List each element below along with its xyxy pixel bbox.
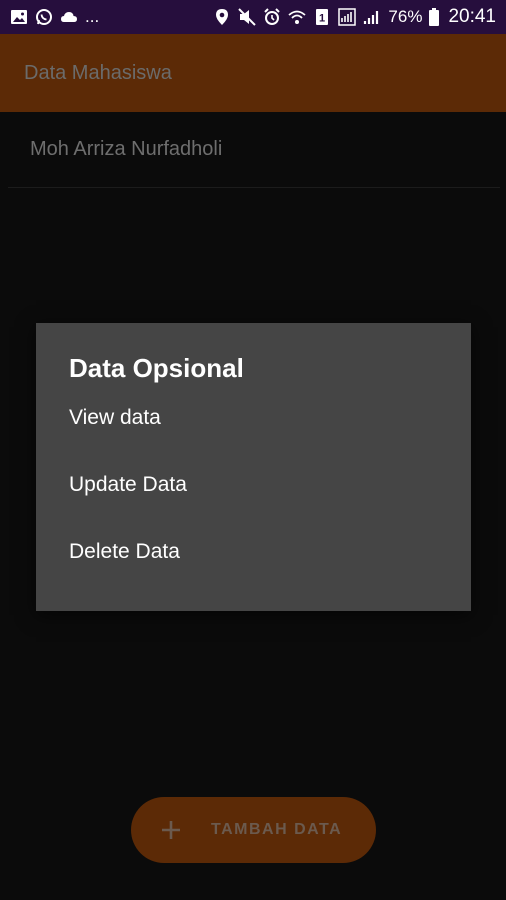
wifi-icon bbox=[288, 8, 307, 26]
options-dialog: Data Opsional View data Update Data Dele… bbox=[36, 323, 471, 611]
data-usage-icon bbox=[338, 8, 357, 26]
app-bar: Data Mahasiswa bbox=[0, 34, 506, 112]
dialog-option-delete-data[interactable]: Delete Data bbox=[69, 540, 471, 607]
list-item[interactable]: Moh Arriza Nurfadholi bbox=[8, 112, 500, 188]
plus-icon bbox=[159, 818, 183, 842]
mute-icon bbox=[238, 8, 257, 26]
status-time: 20:41 bbox=[448, 6, 496, 27]
status-ellipsis: ... bbox=[85, 7, 100, 26]
dialog-title: Data Opsional bbox=[69, 353, 244, 383]
status-bar: ... 1 76% 20:41 bbox=[0, 0, 506, 34]
status-bar-left: ... bbox=[10, 7, 99, 27]
cloud-icon bbox=[60, 8, 78, 26]
add-data-button[interactable]: TAMBAH DATA bbox=[131, 797, 376, 863]
sim-badge-text: 1 bbox=[319, 13, 325, 25]
gallery-icon bbox=[10, 8, 28, 26]
list-item-label: Moh Arriza Nurfadholi bbox=[30, 138, 223, 160]
location-icon bbox=[213, 8, 231, 26]
sim-icon: 1 bbox=[313, 8, 331, 26]
alarm-icon bbox=[263, 8, 281, 26]
add-data-button-label: TAMBAH DATA bbox=[211, 821, 343, 838]
app-title: Data Mahasiswa bbox=[24, 61, 172, 84]
battery-icon bbox=[429, 8, 440, 26]
whatsapp-icon bbox=[35, 8, 53, 26]
screen: ... 1 76% 20:41 Data Mahasiswa Moh Arriz… bbox=[0, 0, 506, 900]
battery-percent: 76% bbox=[388, 7, 423, 26]
dialog-option-view-data[interactable]: View data bbox=[69, 406, 471, 473]
status-bar-right: 1 76% 20:41 bbox=[213, 6, 496, 28]
signal-icon bbox=[363, 8, 381, 26]
dialog-option-update-data[interactable]: Update Data bbox=[69, 473, 471, 540]
